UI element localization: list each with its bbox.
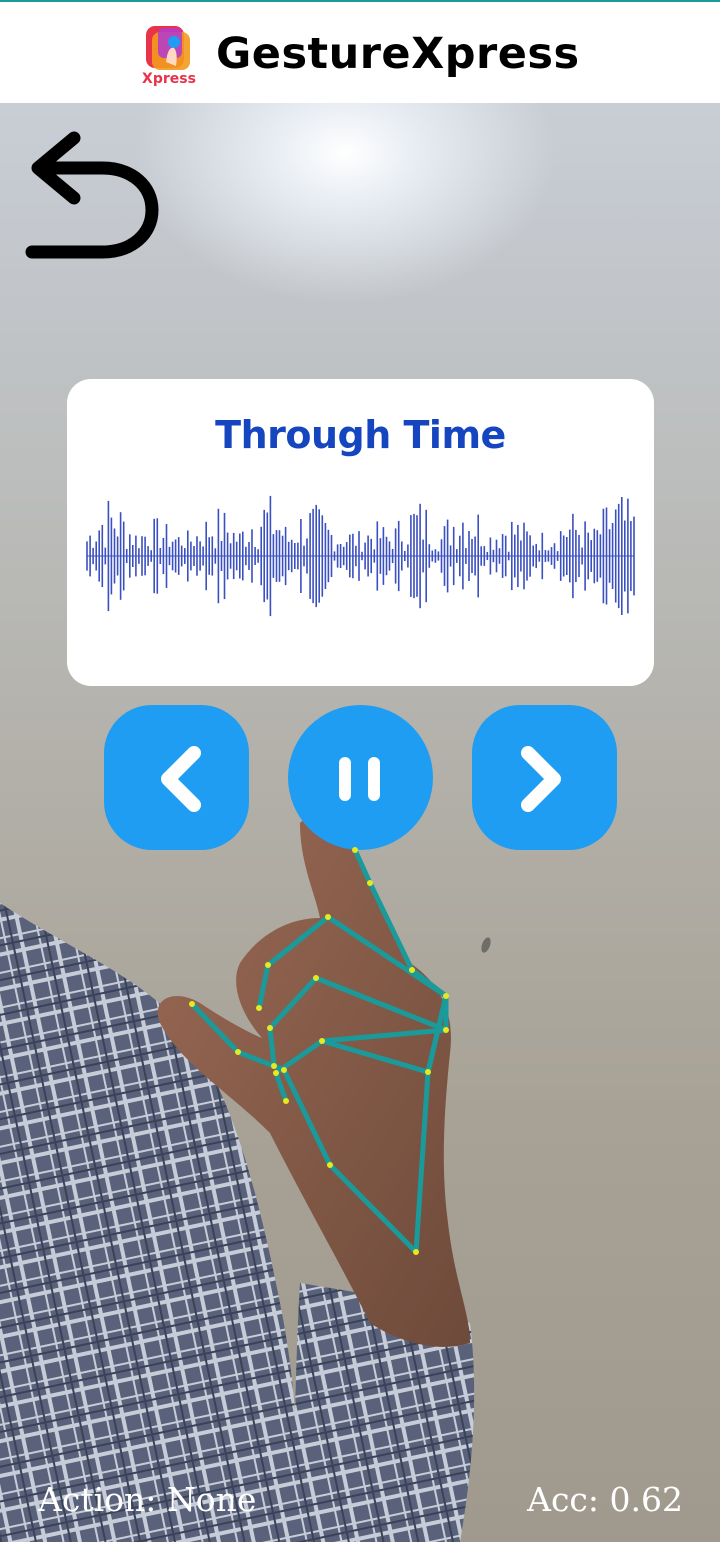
back-button[interactable] — [24, 128, 160, 264]
audio-waveform — [86, 495, 635, 617]
pause-button[interactable] — [288, 705, 433, 850]
player-card: Through Time — [67, 379, 654, 686]
chevron-left-icon — [161, 746, 201, 812]
accuracy-status: Acc: 0.62 — [527, 1480, 683, 1519]
logo-wordmark: Xpress — [142, 71, 196, 86]
app-title: GestureXpress — [216, 29, 580, 79]
next-track-button[interactable] — [472, 705, 617, 850]
chevron-right-icon — [521, 746, 561, 812]
app-logo: Xpress — [142, 26, 196, 86]
undo-arrow-icon — [25, 131, 159, 259]
gesture-player-screen: Xpress GestureXpress Through Time Action… — [0, 0, 720, 1542]
previous-track-button[interactable] — [104, 705, 249, 850]
pause-icon — [339, 757, 380, 801]
action-status: Action: None — [38, 1480, 257, 1519]
app-header: Xpress GestureXpress — [0, 0, 720, 103]
